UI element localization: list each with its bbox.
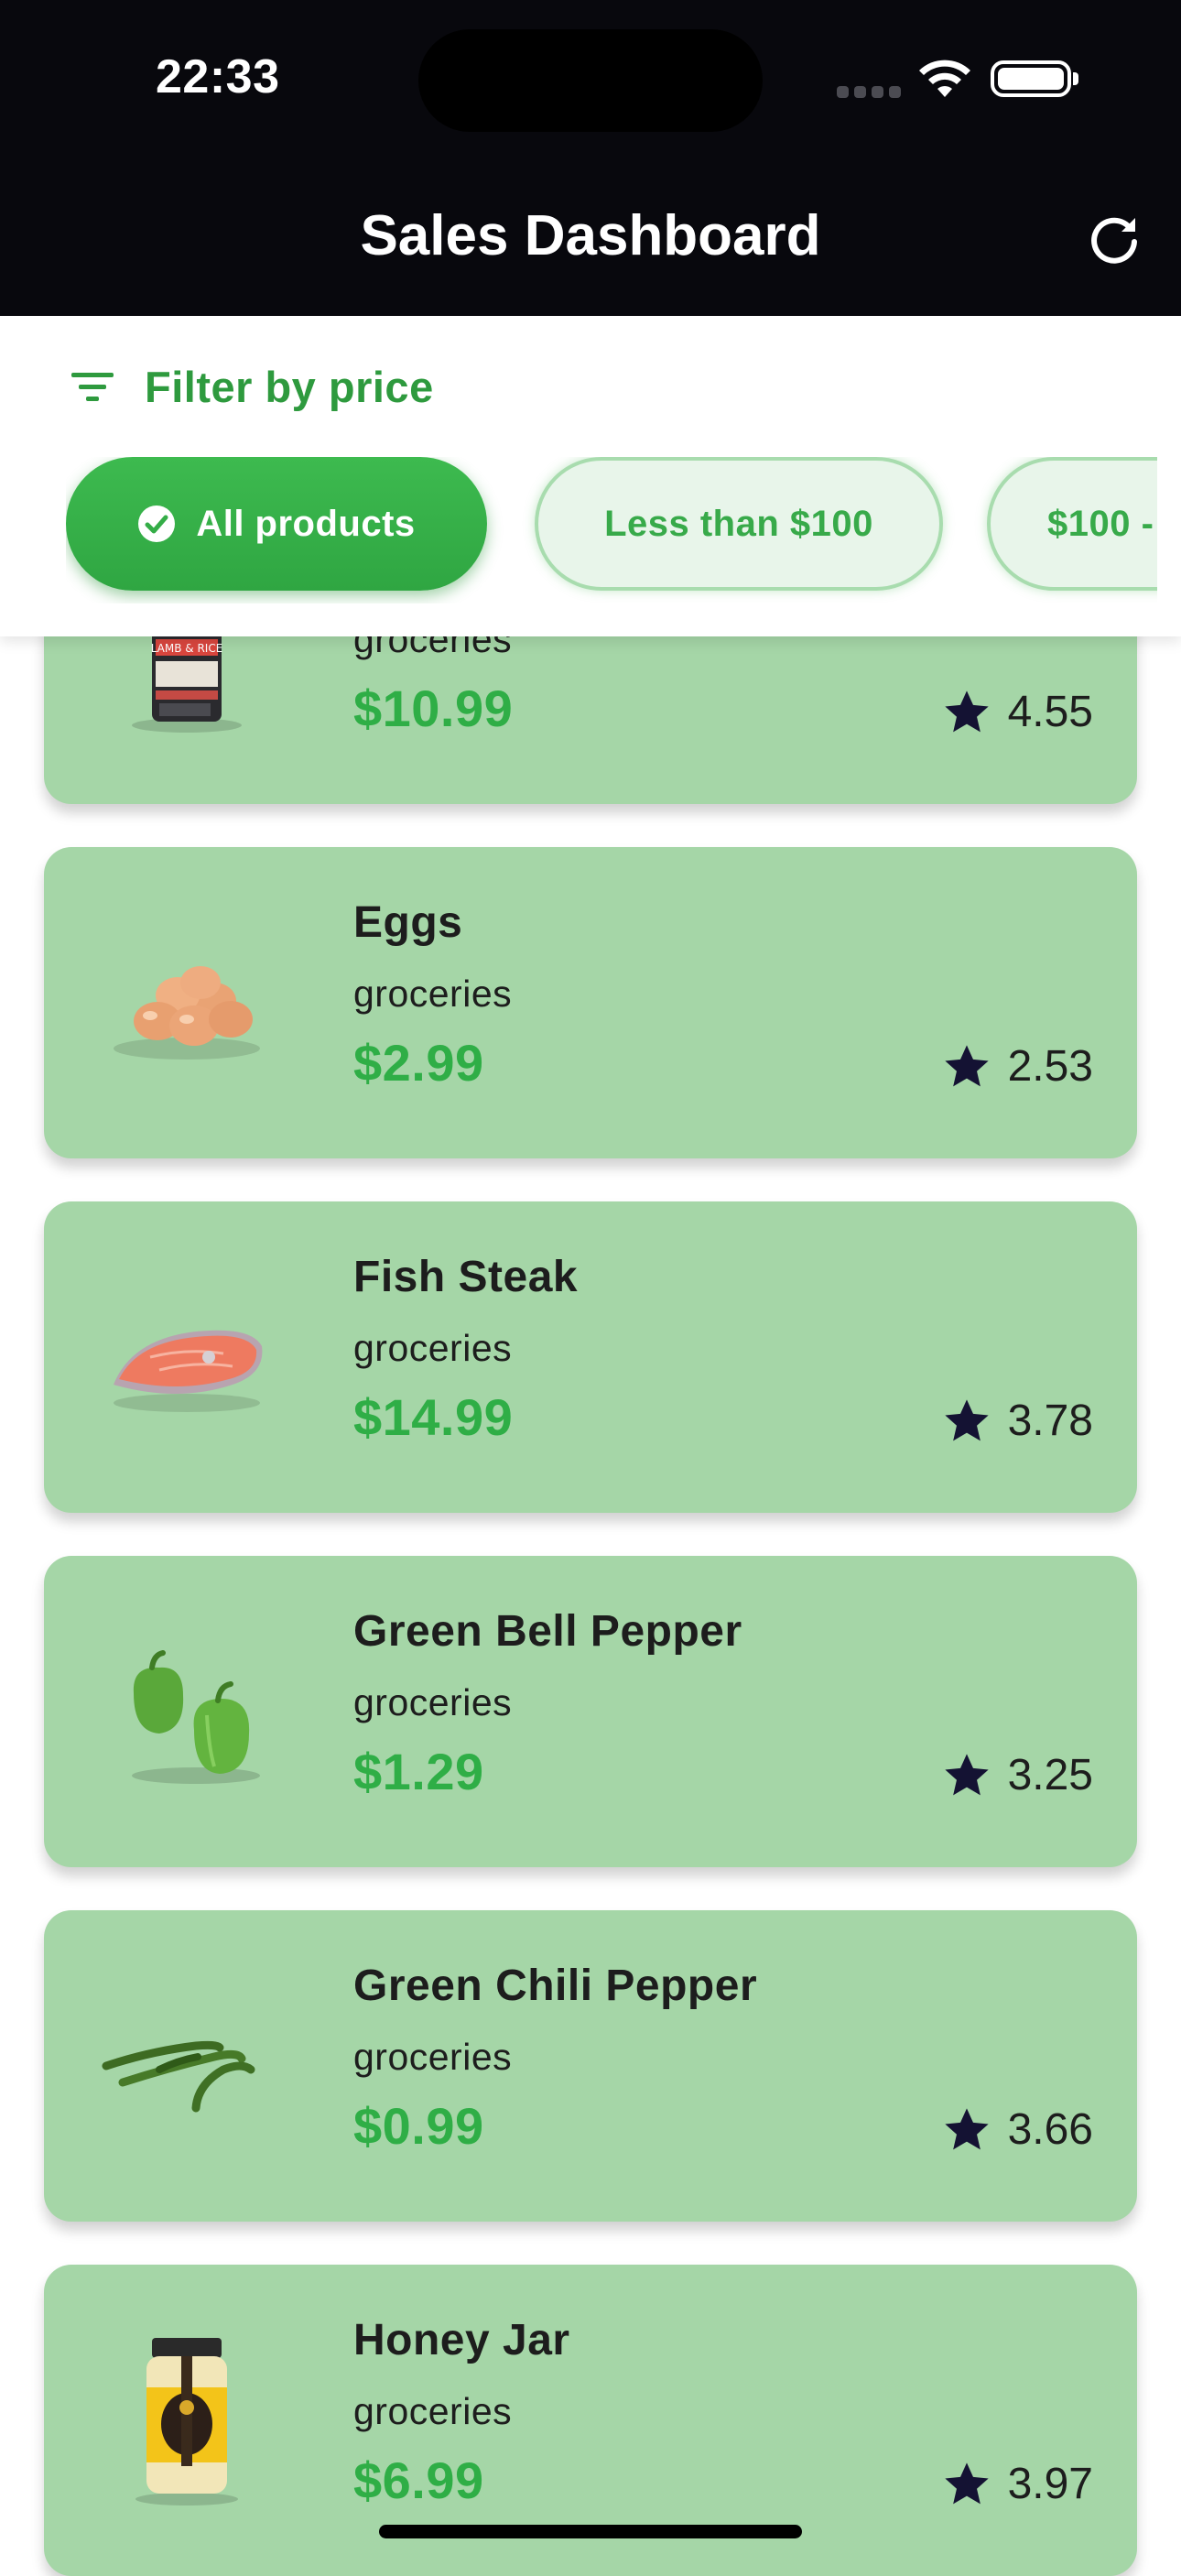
product-image-honey-jar	[135, 2338, 238, 2505]
chip-label: All products	[196, 503, 416, 544]
product-card[interactable]: Fish Steak groceries $14.99 3.78	[44, 1201, 1137, 1513]
product-price: $14.99	[353, 1388, 514, 1446]
app-header: 22:33 Sales Dashboard	[0, 0, 1181, 316]
product-rating: 3.66	[942, 2104, 1093, 2155]
home-indicator[interactable]	[379, 2525, 802, 2538]
product-price: $6.99	[353, 2451, 484, 2509]
product-image-fish-steak	[114, 1330, 263, 1412]
chip-less-than-100[interactable]: Less than $100	[535, 457, 943, 591]
chip-100-plus[interactable]: $100 -	[987, 457, 1157, 591]
rating-value: 3.78	[1007, 1397, 1093, 1445]
svg-text:LAMB & RICE: LAMB & RICE	[151, 642, 223, 655]
product-card[interactable]: Green Chili Pepper groceries $0.99 3.66	[44, 1910, 1137, 2222]
rating-value: 3.97	[1007, 2460, 1093, 2508]
star-icon	[944, 1044, 989, 1086]
star-icon	[944, 2462, 989, 2504]
filter-icon	[71, 372, 114, 401]
product-name: Fish Steak	[353, 1253, 579, 1301]
star-icon	[944, 1398, 989, 1440]
star-icon	[944, 2107, 989, 2149]
product-card[interactable]: Green Bell Pepper groceries $1.29 3.25	[44, 1556, 1137, 1867]
rating-value: 2.53	[1007, 1042, 1093, 1091]
rating-value: 4.55	[1007, 688, 1093, 736]
rating-value: 3.25	[1007, 1751, 1093, 1799]
filter-label: Filter by price	[145, 363, 434, 411]
product-category: groceries	[353, 2036, 513, 2078]
check-circle-icon	[138, 505, 176, 542]
product-name: Honey Jar	[353, 2316, 570, 2364]
product-rating: 2.53	[942, 1041, 1093, 1092]
product-price: $10.99	[353, 679, 514, 737]
product-rating: 3.78	[942, 1396, 1093, 1446]
star-icon	[944, 1753, 989, 1795]
status-time: 22:33	[156, 50, 280, 103]
refresh-icon[interactable]	[1088, 211, 1143, 266]
product-image-eggs	[114, 966, 260, 1060]
product-category: groceries	[353, 2390, 513, 2432]
product-name: Green Chili Pepper	[353, 1962, 758, 2010]
product-price: $0.99	[353, 2097, 484, 2155]
chip-label: Less than $100	[604, 503, 873, 544]
star-icon	[944, 690, 989, 732]
price-filter-panel: Filter by price All products Less than $…	[0, 316, 1181, 636]
product-price: $1.29	[353, 1743, 484, 1800]
wifi-icon	[919, 60, 970, 97]
product-card[interactable]: Eggs groceries $2.99 2.53	[44, 847, 1137, 1158]
chip-label: $100 -	[1047, 503, 1154, 544]
filter-header: Filter by price	[71, 362, 434, 412]
chip-all-products[interactable]: All products	[66, 457, 487, 591]
page-title: Sales Dashboard	[360, 204, 821, 267]
product-price: $2.99	[353, 1034, 484, 1092]
product-rating: 4.55	[942, 687, 1093, 737]
product-category: groceries	[353, 1681, 513, 1723]
battery-icon	[991, 60, 1078, 97]
product-image-green-chili-pepper	[102, 2040, 255, 2113]
filter-chips: All products Less than $100 $100 -	[66, 457, 1157, 603]
product-category: groceries	[353, 1327, 513, 1369]
product-rating: 3.97	[942, 2459, 1093, 2509]
product-image-green-bell-pepper	[132, 1650, 260, 1784]
dynamic-island	[418, 29, 763, 132]
product-name: Eggs	[353, 898, 463, 947]
product-rating: 3.25	[942, 1750, 1093, 1800]
cellular-signal-icon	[837, 86, 906, 103]
product-name: Green Bell Pepper	[353, 1607, 742, 1656]
product-category: groceries	[353, 973, 513, 1015]
rating-value: 3.66	[1007, 2105, 1093, 2154]
